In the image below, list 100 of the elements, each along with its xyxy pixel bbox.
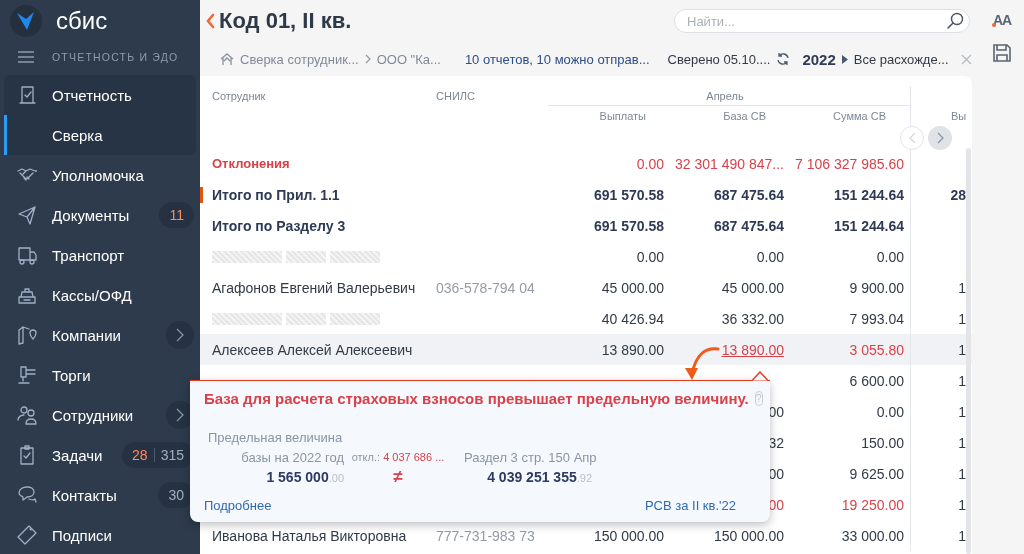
amount: 1 [958, 279, 966, 296]
sidebar-item[interactable]: Документы 11 [4, 195, 196, 235]
play-triangle-icon [841, 54, 848, 64]
amount: 0.00 [756, 248, 784, 265]
amount: 150.00 [861, 434, 904, 451]
counter: 11 [169, 207, 184, 223]
details-link[interactable]: Подробнее [204, 498, 272, 513]
scroll-right-button[interactable] [928, 126, 952, 150]
amount: 687 475.64 [713, 186, 784, 203]
amount: 32 [768, 434, 784, 451]
amount: 13 890.00 [601, 341, 664, 358]
notification-dot [991, 23, 996, 27]
sidebar-item[interactable]: Отчетность [4, 75, 196, 115]
amount-link[interactable]: 13 890.00 [721, 341, 784, 358]
sidebar-item[interactable]: Задачи 28 315 [4, 435, 196, 475]
sidebar-item[interactable]: Сверка [4, 115, 196, 155]
amount: 40 426.94 [601, 310, 664, 327]
scrollbar[interactable] [966, 148, 971, 554]
deviation-amount: 4 037 686 ... [383, 451, 445, 463]
reconciled-date: Сверено 05.10.... [667, 51, 771, 67]
amount: 687 475.64 [713, 217, 784, 234]
amount: 150 000.00 [713, 527, 784, 544]
table-row[interactable]: 40 426.94 36 332.00 7 993.04 1 [200, 303, 972, 334]
sidebar-item[interactable]: Торги [4, 355, 196, 395]
not-equal-sign: ≠ [392, 467, 404, 487]
counter: 28 [132, 447, 148, 463]
sidebar-item[interactable]: Транспорт [4, 235, 196, 275]
chevron-right-icon [176, 328, 184, 342]
refresh-icon[interactable] [776, 52, 791, 66]
amount: 151 244.64 [833, 217, 904, 234]
brand-name: сбис [56, 7, 108, 35]
amount: 691 570.58 [593, 217, 664, 234]
search-field[interactable]: Найти... [674, 9, 970, 33]
table-row[interactable]: 0.00 0.00 0.00 [200, 241, 972, 272]
document-icon [17, 85, 37, 105]
amount: 45 000.00 [601, 279, 664, 296]
employee-name: Итого по Прил. 1.1 [212, 186, 340, 203]
amount: 19 250.00 [841, 496, 904, 513]
amount: 45 000.00 [721, 279, 784, 296]
tag-icon [17, 525, 37, 545]
amount: 691 570.58 [593, 186, 664, 203]
amount: 1 [958, 341, 966, 358]
home-icon[interactable] [220, 52, 234, 66]
snils-number: 036-578-794 04 [436, 279, 535, 296]
amount: 0.00 [636, 248, 664, 265]
employee-name: Иванова Наталья Викторовна [212, 527, 407, 544]
sidebar-item[interactable]: Уполномочка [4, 155, 196, 195]
column-group-header: Апрель [548, 86, 910, 106]
column-header: Сумма СВ [832, 109, 887, 124]
amount: 28 [950, 186, 966, 203]
amount: 36 332.00 [721, 310, 784, 327]
save-icon[interactable] [993, 44, 1011, 62]
amount: 1 [958, 403, 966, 420]
amount: 33 000.00 [841, 527, 904, 544]
clipboard-check-icon [17, 445, 37, 465]
year-filter[interactable]: 2022 [802, 50, 836, 68]
amount: 7 106 327 985.60 [795, 155, 904, 172]
deviation-label: откл.: [351, 451, 381, 463]
column-header: Выплаты [598, 109, 647, 124]
sidebar-item[interactable]: Подписи [4, 515, 196, 554]
amount: 0.00 [636, 155, 664, 172]
amount: 1 [958, 434, 966, 451]
amount: 6 600.00 [849, 372, 904, 389]
counter: 315 [160, 447, 184, 463]
menu-icon[interactable] [18, 51, 34, 63]
curved-arrow-icon [682, 344, 722, 382]
chevron-right-icon [364, 54, 371, 64]
employee-name: Итого по Разделу 3 [212, 217, 346, 234]
gavel-icon [17, 365, 37, 385]
limit-sublabel: базы на 2022 год [240, 449, 344, 465]
employee-name: Алексеев Алексей Алексеевич [212, 341, 413, 358]
chevron-left-icon [908, 132, 916, 144]
close-icon[interactable] [960, 53, 972, 65]
amount: 150 000.00 [593, 527, 664, 544]
amount: 7 993.04 [849, 310, 904, 327]
sidebar-item[interactable]: Компании [4, 315, 196, 355]
sidebar-item[interactable]: Кассы/ОФД [4, 275, 196, 315]
employee-name: Агафонов Евгений Валерьевич [212, 279, 416, 296]
employee-name: Отклонения [212, 156, 290, 171]
column-header: СНИЛС [436, 89, 476, 104]
report-link[interactable]: РСВ за II кв.'22 [645, 498, 736, 513]
section-title: ОТЧЕТНОСТЬ И ЭДО [52, 51, 179, 63]
page-title: Код 01, II кв. [219, 8, 352, 34]
counter: 30 [168, 487, 184, 503]
table-row[interactable]: Алексеев Алексей Алексеевич 13 890.00 13 890.00 3 055.80 1 [200, 334, 972, 365]
font-size-button[interactable]: AA [990, 12, 1014, 28]
source-amount: 4 039 251 355.92 [486, 469, 592, 485]
bird-logo-icon [10, 5, 42, 37]
amount: 1 [958, 372, 966, 389]
chevron-right-icon [176, 408, 184, 422]
limit-label: Предельная величина [207, 429, 344, 445]
amount: 1 [958, 527, 966, 544]
amount: 32 301 490 847... [675, 155, 784, 172]
snils-number: 777-731-983 73 [436, 527, 535, 544]
amount: 0.00 [876, 248, 904, 265]
reports-link[interactable]: 10 отчетов, 10 можно отправ... [464, 51, 650, 67]
warning-title: База для расчета страховых взносов превышает предельную величину. [204, 389, 749, 407]
discrepancy-filter[interactable]: Все расхожде... [853, 51, 949, 67]
chevron-right-icon [936, 132, 944, 144]
amount: 151 244.64 [833, 186, 904, 203]
